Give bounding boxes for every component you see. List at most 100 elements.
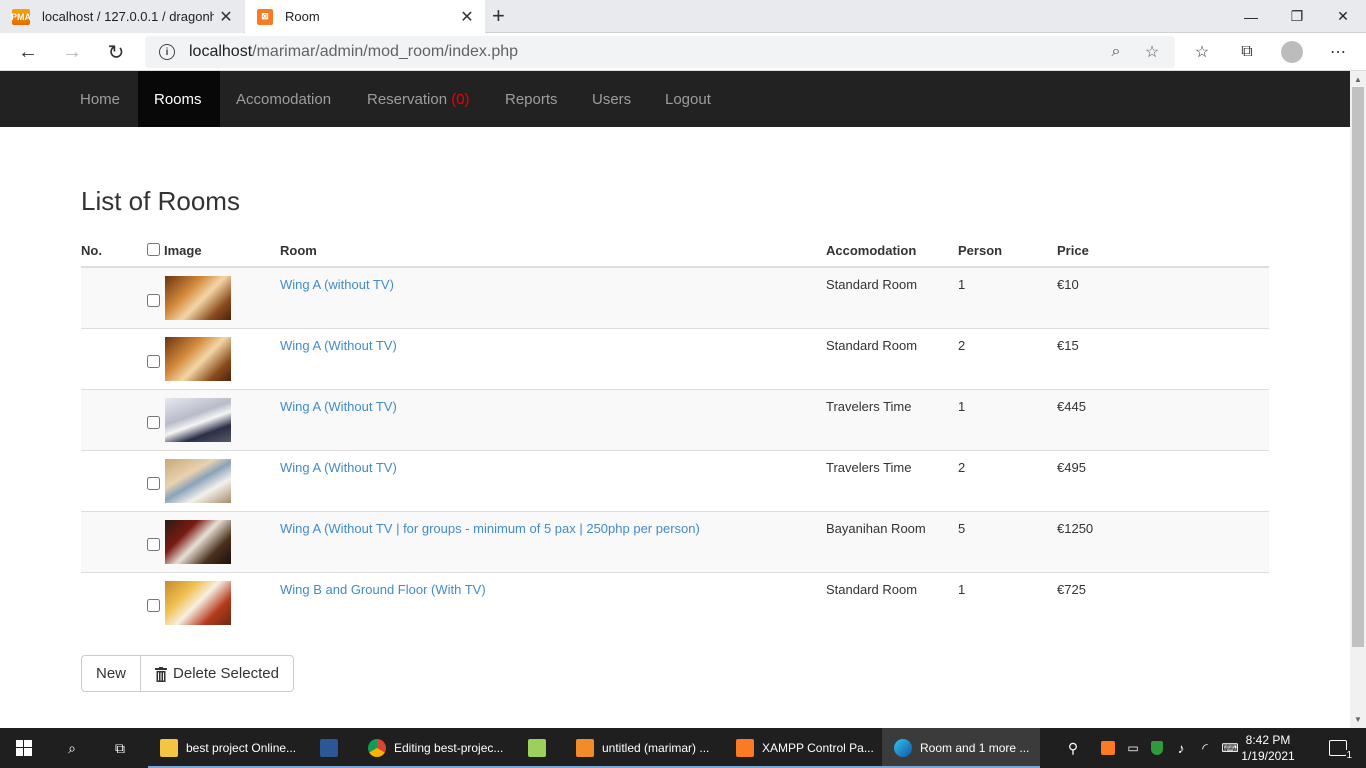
people-icon[interactable]: ⚲ <box>1060 728 1086 768</box>
more-menu-icon[interactable]: ⋯ <box>1326 41 1350 63</box>
cell-image <box>147 327 280 389</box>
cell-image <box>147 571 280 633</box>
row-select-checkbox[interactable] <box>147 415 160 429</box>
zoom-icon[interactable]: ⌕ <box>1103 43 1129 61</box>
chrome-icon <box>368 739 386 757</box>
maximize-icon[interactable]: ❐ <box>1274 0 1320 33</box>
nav-accomodation[interactable]: Accomodation <box>220 71 347 127</box>
taskbar-item-xampp[interactable]: XAMPP Control Pa... <box>724 728 882 768</box>
back-arrow-icon[interactable]: ← <box>15 39 41 65</box>
room-link[interactable]: Wing A (without TV) <box>280 277 394 292</box>
page-scrollbar[interactable]: ▲ ▼ <box>1350 71 1366 728</box>
profile-avatar-icon[interactable] <box>1281 41 1303 63</box>
new-tab-icon[interactable]: + <box>492 4 505 28</box>
room-photo <box>165 580 231 625</box>
taskbar-item-word[interactable] <box>308 728 356 768</box>
browser-tab-room[interactable]: ⊠ Room ✕ <box>245 0 485 33</box>
nav-reservation-label: Reservation <box>367 90 448 108</box>
info-icon[interactable]: i <box>159 44 175 60</box>
header-image-label: Image <box>164 243 202 258</box>
taskbar-item-sublime[interactable]: untitled (marimar) ... <box>564 728 724 768</box>
taskbar-item-explorer[interactable]: best project Online... <box>148 728 308 768</box>
taskbar-item-label: best project Online... <box>186 741 297 755</box>
tab-title: Room <box>285 9 320 24</box>
volume-icon[interactable]: ♪ <box>1170 728 1192 768</box>
favorites-icon[interactable]: ☆ <box>1190 41 1214 63</box>
row-select-checkbox[interactable] <box>147 354 160 368</box>
notifications-icon[interactable]: 1 <box>1318 728 1358 768</box>
cell-person: 1 <box>958 266 1057 328</box>
close-icon[interactable]: ✕ <box>455 7 479 27</box>
window-close-icon[interactable]: ✕ <box>1320 0 1366 33</box>
row-select-checkbox[interactable] <box>147 537 160 551</box>
room-link[interactable]: Wing A (Without TV) <box>280 338 397 353</box>
room-photo <box>165 458 231 503</box>
minimize-icon[interactable]: — <box>1228 0 1274 33</box>
row-select-checkbox[interactable] <box>147 476 160 490</box>
nav-reservation[interactable]: Reservation (0) <box>351 71 486 127</box>
nav-home[interactable]: Home <box>64 71 136 127</box>
cell-accomodation: Standard Room <box>826 266 958 328</box>
header-person: Person <box>958 235 1057 268</box>
nav-users[interactable]: Users <box>576 71 647 127</box>
windows-taskbar: ⌕ ⧉ best project Online... Editing best-… <box>0 728 1366 768</box>
browser-tab-phpmyadmin[interactable]: PMA localhost / 127.0.0.1 / dragonhouse … <box>0 0 244 33</box>
nav-rooms[interactable]: Rooms <box>138 71 220 127</box>
table-row: Wing A (Without TV) Travelers Time 1 €44… <box>81 388 1269 450</box>
room-link[interactable]: Wing B and Ground Floor (With TV) <box>280 582 486 597</box>
taskbar-item-label: Room and 1 more ... <box>920 741 1030 755</box>
cell-person: 2 <box>958 449 1057 511</box>
header-accomodation: Accomodation <box>826 235 958 268</box>
trash-icon <box>155 666 168 682</box>
xampp-tray-icon[interactable] <box>1098 728 1118 768</box>
table-row: Wing A (without TV) Standard Room 1 €10 <box>81 266 1269 328</box>
url-host: localhost <box>189 43 253 60</box>
cell-image <box>147 266 280 328</box>
room-link[interactable]: Wing A (Without TV | for groups - minimu… <box>280 521 700 536</box>
delete-selected-button[interactable]: Delete Selected <box>141 655 294 692</box>
table-row: Wing B and Ground Floor (With TV) Standa… <box>81 571 1269 633</box>
refresh-icon[interactable]: ↻ <box>103 39 129 65</box>
header-room: Room <box>280 235 826 268</box>
phpmyadmin-icon: PMA <box>11 8 31 25</box>
favorite-star-icon[interactable]: ☆ <box>1139 42 1165 62</box>
close-icon[interactable]: ✕ <box>214 7 238 27</box>
page-viewport: Home Rooms Accomodation Reservation (0) … <box>0 71 1350 728</box>
room-link[interactable]: Wing A (Without TV) <box>280 399 397 414</box>
scroll-down-icon[interactable]: ▼ <box>1354 715 1362 724</box>
select-all-checkbox[interactable] <box>147 243 160 256</box>
scrollbar-thumb[interactable] <box>1352 87 1364 647</box>
windows-start-icon[interactable] <box>0 728 48 768</box>
cell-no <box>81 388 147 450</box>
wifi-icon[interactable]: ◜ <box>1194 728 1216 768</box>
scroll-up-icon[interactable]: ▲ <box>1354 75 1362 84</box>
row-select-checkbox[interactable] <box>147 598 160 612</box>
site-navbar: Home Rooms Accomodation Reservation (0) … <box>0 71 1350 127</box>
search-icon[interactable]: ⌕ <box>48 728 96 768</box>
cell-person: 5 <box>958 510 1057 572</box>
url-text[interactable]: localhost/marimar/admin/mod_room/index.p… <box>189 43 1103 61</box>
battery-icon[interactable]: ▭ <box>1122 728 1144 768</box>
cell-image <box>147 388 280 450</box>
collections-icon[interactable]: ⧉ <box>1235 41 1259 63</box>
nav-reports[interactable]: Reports <box>489 71 574 127</box>
reservation-count-badge: (0) <box>451 90 470 108</box>
new-button[interactable]: New <box>81 655 142 692</box>
security-shield-icon[interactable] <box>1146 728 1168 768</box>
cell-no <box>81 449 147 511</box>
clock-date: 1/19/2021 <box>1241 749 1295 763</box>
forward-arrow-icon[interactable]: → <box>59 39 85 65</box>
url-path: /marimar/admin/mod_room/index.php <box>252 43 519 60</box>
taskbar-item-chrome[interactable]: Editing best-projec... <box>356 728 516 768</box>
room-link[interactable]: Wing A (Without TV) <box>280 460 397 475</box>
address-bar[interactable]: i localhost/marimar/admin/mod_room/index… <box>145 36 1175 68</box>
table-row: Wing A (Without TV) Travelers Time 2 €49… <box>81 449 1269 511</box>
taskbar-item-notepad[interactable] <box>516 728 564 768</box>
row-select-checkbox[interactable] <box>147 294 160 307</box>
nav-logout[interactable]: Logout <box>649 71 727 127</box>
cell-accomodation: Bayanihan Room <box>826 510 958 572</box>
system-clock[interactable]: 8:42 PM 1/19/2021 <box>1236 732 1300 764</box>
taskbar-item-edge[interactable]: Room and 1 more ... <box>882 728 1040 768</box>
cell-person: 1 <box>958 388 1057 450</box>
task-view-icon[interactable]: ⧉ <box>96 728 144 768</box>
